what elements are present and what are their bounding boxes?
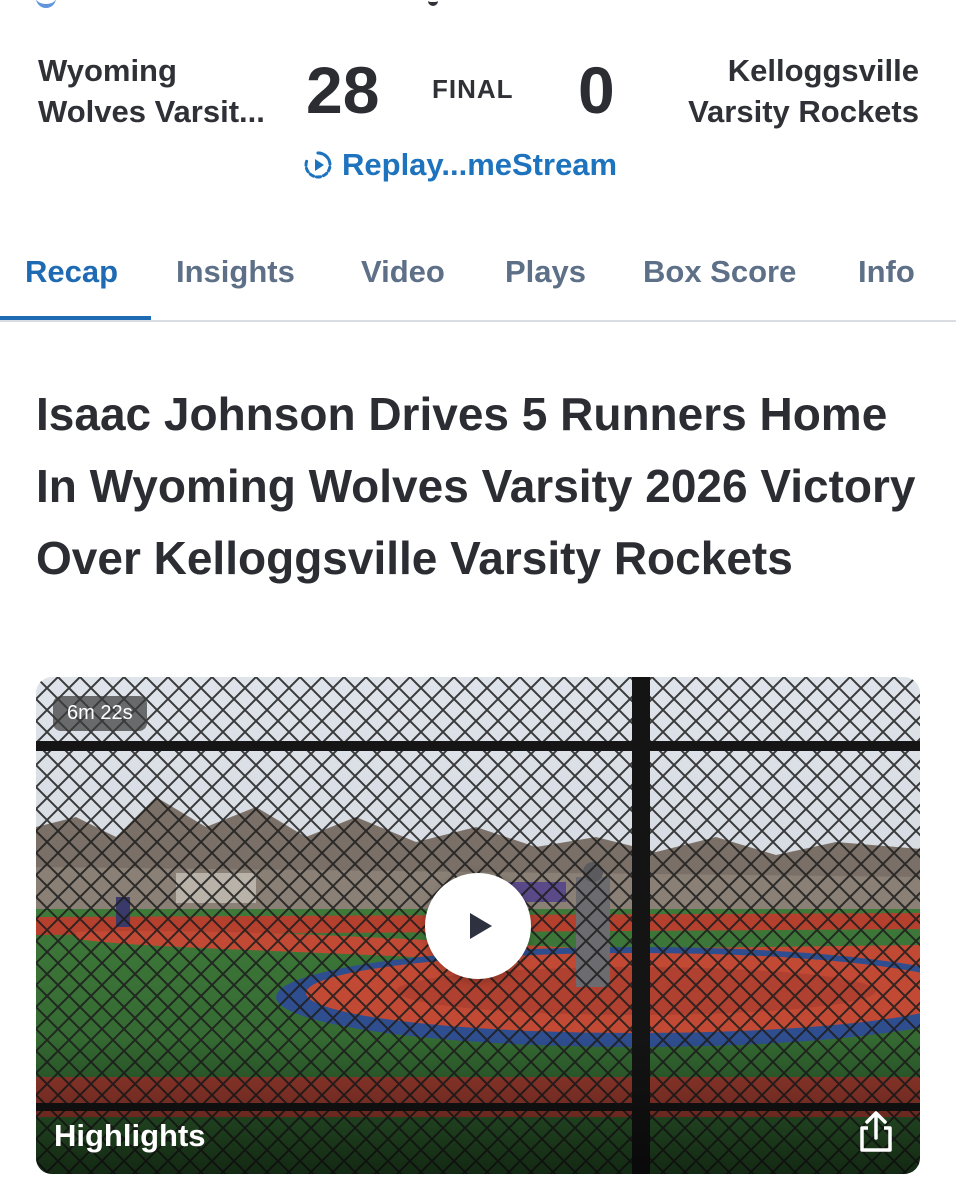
tab-video[interactable]: Video xyxy=(361,254,445,290)
play-button[interactable] xyxy=(425,873,531,979)
video-duration-badge: 6m 22s xyxy=(53,696,147,731)
active-tab-indicator xyxy=(0,316,151,320)
replay-icon xyxy=(304,151,332,179)
home-team-name[interactable]: Wyoming Wolves Varsit... xyxy=(38,50,265,132)
article-headline: Isaac Johnson Drives 5 Runners Home In W… xyxy=(36,388,916,584)
cut-off-icon-fragment xyxy=(36,0,56,8)
replay-label: Replay...meStream xyxy=(342,147,618,182)
replay-link[interactable]: Replay...meStream xyxy=(302,146,617,184)
away-team-score: 0 xyxy=(578,53,615,127)
tab-plays[interactable]: Plays xyxy=(505,254,586,290)
cut-off-text-fragment xyxy=(428,0,438,6)
share-icon[interactable] xyxy=(852,1108,900,1156)
home-team-score: 28 xyxy=(306,53,380,127)
play-icon xyxy=(470,913,492,939)
video-player[interactable]: 6m 22s Highlights xyxy=(36,677,920,1174)
tab-box-score[interactable]: Box Score xyxy=(643,254,796,290)
tab-info[interactable]: Info xyxy=(858,254,915,290)
tab-bar: Recap Insights Video Plays Box Score Inf… xyxy=(0,232,956,322)
tab-insights[interactable]: Insights xyxy=(176,254,295,290)
top-cut-off-header xyxy=(0,0,956,14)
video-label: Highlights xyxy=(54,1118,206,1153)
tab-recap[interactable]: Recap xyxy=(25,254,118,290)
away-team-name[interactable]: Kelloggsville Varsity Rockets xyxy=(688,50,919,132)
game-status: FINAL xyxy=(432,74,514,104)
